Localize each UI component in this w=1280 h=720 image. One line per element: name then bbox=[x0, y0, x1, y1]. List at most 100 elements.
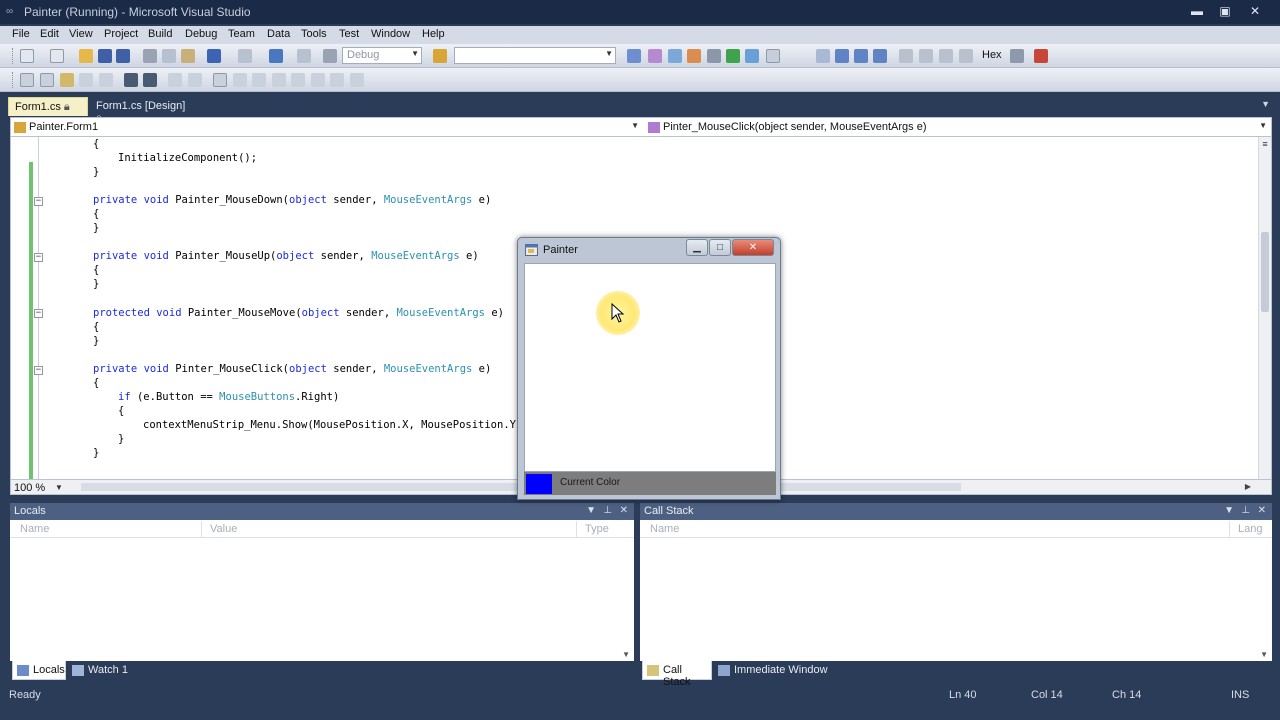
tab-immediate-window[interactable]: Immediate Window bbox=[714, 661, 834, 680]
navigate-forward-icon[interactable] bbox=[297, 49, 311, 63]
close-icon[interactable]: ✕ bbox=[1258, 505, 1266, 516]
current-color-swatch[interactable] bbox=[526, 474, 552, 494]
toolbox-icon[interactable] bbox=[687, 49, 701, 63]
column-header-name[interactable]: Name bbox=[12, 521, 202, 538]
menu-debug[interactable]: Debug bbox=[185, 28, 217, 40]
split-handle-icon[interactable]: ≡ bbox=[1260, 139, 1270, 149]
active-files-dropdown-icon[interactable]: ▼ bbox=[1261, 99, 1270, 109]
stop-debugging-icon[interactable] bbox=[854, 49, 868, 63]
find-combo[interactable]: ▼ bbox=[454, 47, 616, 64]
previous-bookmark-icon[interactable] bbox=[233, 73, 247, 87]
menu-project[interactable]: Project bbox=[104, 28, 138, 40]
step-into-icon[interactable] bbox=[919, 49, 933, 63]
find-in-files-icon[interactable] bbox=[433, 49, 447, 63]
collapse-toggle[interactable]: − bbox=[34, 197, 43, 206]
menu-build[interactable]: Build bbox=[148, 28, 172, 40]
menu-view[interactable]: View bbox=[69, 28, 93, 40]
menu-file[interactable]: File bbox=[12, 28, 30, 40]
next-bookmark-folder-icon[interactable] bbox=[291, 73, 305, 87]
member-list-icon[interactable] bbox=[20, 73, 34, 87]
increase-indent-icon[interactable] bbox=[143, 73, 157, 87]
chevron-down-icon[interactable]: ▼ bbox=[55, 483, 63, 492]
properties-icon[interactable] bbox=[648, 49, 662, 63]
scroll-down-icon[interactable]: ▼ bbox=[622, 650, 630, 659]
window-position-icon[interactable]: ▼ bbox=[1224, 505, 1234, 516]
maximize-button[interactable]: ▣ bbox=[1212, 2, 1238, 20]
column-header-value[interactable]: Value bbox=[202, 521, 577, 538]
paste-icon[interactable] bbox=[181, 49, 195, 63]
solution-configuration-combo[interactable]: Debug ▼ bbox=[342, 47, 422, 64]
scroll-right-icon[interactable]: ▶ bbox=[1245, 482, 1251, 491]
restart-icon[interactable] bbox=[873, 49, 887, 63]
output-window-icon[interactable] bbox=[1034, 49, 1048, 63]
member-combo[interactable]: Pinter_MouseClick(object sender, MouseEv… bbox=[645, 119, 1271, 136]
tab-locals[interactable]: Locals bbox=[12, 661, 66, 680]
show-next-statement-icon[interactable] bbox=[899, 49, 913, 63]
hexadecimal-toggle[interactable]: Hex bbox=[982, 49, 1002, 61]
collapse-toggle[interactable]: − bbox=[34, 309, 43, 318]
continue-icon[interactable] bbox=[816, 49, 830, 63]
quick-info-icon[interactable] bbox=[60, 73, 74, 87]
start-debugging-icon[interactable] bbox=[323, 49, 337, 63]
copy-icon[interactable] bbox=[162, 49, 176, 63]
decrease-indent-icon[interactable] bbox=[124, 73, 138, 87]
toggle-bookmark-icon[interactable] bbox=[213, 73, 227, 87]
next-bookmark-document-icon[interactable] bbox=[330, 73, 344, 87]
scrollbar-thumb[interactable] bbox=[1261, 232, 1269, 312]
pin-icon[interactable]: ⊥ bbox=[603, 505, 612, 516]
window-position-icon[interactable]: ▼ bbox=[586, 505, 596, 516]
painter-canvas[interactable] bbox=[524, 263, 776, 472]
collapse-toggle[interactable]: − bbox=[34, 253, 43, 262]
uncomment-icon[interactable] bbox=[188, 73, 202, 87]
breakpoint-window-icon[interactable] bbox=[1010, 49, 1024, 63]
solution-explorer-icon[interactable] bbox=[627, 49, 641, 63]
close-button[interactable]: ✕ bbox=[1242, 2, 1268, 20]
tab-call-stack[interactable]: Call Stack bbox=[642, 661, 712, 688]
menu-team[interactable]: Team bbox=[228, 28, 255, 40]
toolbar-grip[interactable] bbox=[12, 72, 15, 88]
complete-word-icon[interactable] bbox=[79, 73, 93, 87]
scroll-down-icon[interactable]: ▼ bbox=[1260, 650, 1268, 659]
close-icon[interactable]: ✕ bbox=[620, 505, 628, 516]
menu-window[interactable]: Window bbox=[371, 28, 410, 40]
add-item-icon[interactable] bbox=[50, 49, 64, 63]
open-file-icon[interactable] bbox=[79, 49, 93, 63]
step-over-icon[interactable] bbox=[939, 49, 953, 63]
painter-maximize-button[interactable]: □ bbox=[709, 239, 731, 256]
comment-out-icon[interactable] bbox=[168, 73, 182, 87]
display-word-completion-icon[interactable] bbox=[99, 73, 113, 87]
tools-icon[interactable] bbox=[707, 49, 721, 63]
window-layout-icon[interactable] bbox=[766, 49, 780, 63]
previous-bookmark-document-icon[interactable] bbox=[311, 73, 325, 87]
tab-watch-1[interactable]: Watch 1 bbox=[68, 661, 138, 680]
tab-form1-cs[interactable]: Form1.cs 🔒︎ bbox=[8, 97, 88, 116]
painter-minimize-button[interactable]: ▁ bbox=[686, 239, 708, 256]
save-all-icon[interactable] bbox=[116, 49, 130, 63]
zoom-level[interactable]: 100 % bbox=[14, 482, 45, 494]
column-header-type[interactable]: Type bbox=[577, 521, 627, 538]
column-header-name[interactable]: Name bbox=[642, 521, 1230, 538]
cut-icon[interactable] bbox=[143, 49, 157, 63]
painter-close-button[interactable]: ✕ bbox=[732, 239, 774, 256]
pin-icon[interactable]: ⊥ bbox=[1241, 505, 1250, 516]
navigate-backward-icon[interactable] bbox=[269, 49, 283, 63]
minimize-button[interactable]: ▬ bbox=[1184, 2, 1210, 20]
clear-bookmarks-icon[interactable] bbox=[350, 73, 364, 87]
object-browser-icon[interactable] bbox=[668, 49, 682, 63]
menu-test[interactable]: Test bbox=[339, 28, 359, 40]
new-project-icon[interactable] bbox=[20, 49, 34, 63]
extension-manager-icon[interactable] bbox=[745, 49, 759, 63]
break-all-icon[interactable] bbox=[835, 49, 849, 63]
undo-icon[interactable] bbox=[207, 49, 221, 63]
column-header-language[interactable]: Lang bbox=[1230, 521, 1270, 538]
menu-data[interactable]: Data bbox=[267, 28, 290, 40]
menu-tools[interactable]: Tools bbox=[301, 28, 327, 40]
previous-bookmark-folder-icon[interactable] bbox=[272, 73, 286, 87]
start-page-icon[interactable] bbox=[726, 49, 740, 63]
type-combo[interactable]: Painter.Form1 ▼ bbox=[11, 119, 643, 136]
menu-edit[interactable]: Edit bbox=[40, 28, 59, 40]
tab-form1-design[interactable]: Form1.cs [Design] 🔒︎ bbox=[90, 97, 200, 124]
parameter-info-icon[interactable] bbox=[40, 73, 54, 87]
toolbar-grip[interactable] bbox=[12, 48, 15, 64]
collapse-toggle[interactable]: − bbox=[34, 366, 43, 375]
